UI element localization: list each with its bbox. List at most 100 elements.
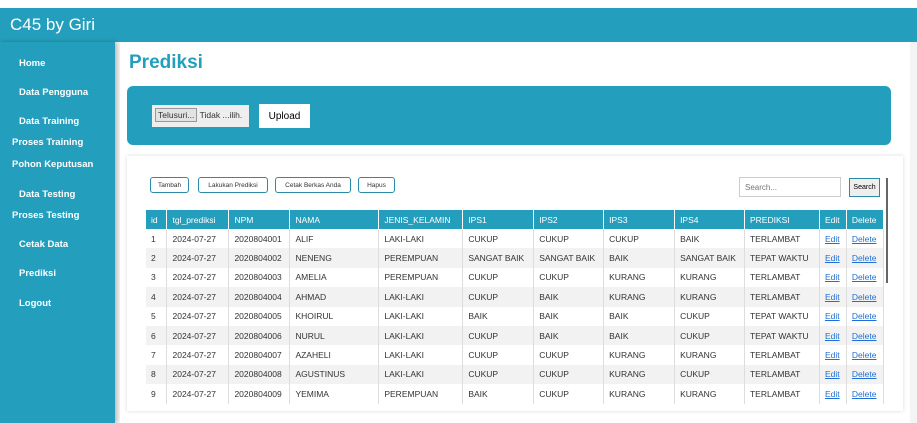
table-cell: TERLAMBAT (744, 345, 820, 365)
table-cell: TERLAMBAT (744, 267, 820, 288)
table-cell: 2 (146, 248, 168, 268)
table-cell: AHMAD (289, 287, 380, 307)
table-cell: KURANG (603, 364, 676, 385)
app-title: C45 by Giri (10, 15, 96, 34)
table-cell: 2024-07-27 (166, 345, 230, 365)
table-cell: 1 (146, 229, 168, 249)
table-cell: CUKUP (462, 364, 535, 385)
table-cell: Edit (819, 267, 847, 288)
delete-link[interactable]: Delete (852, 253, 877, 263)
table-cell: Edit (819, 287, 847, 307)
sidebar-item-pohon-keputusan[interactable]: Pohon Keputusan (12, 159, 93, 170)
delete-link[interactable]: Delete (852, 389, 877, 399)
table-cell: Edit (819, 384, 847, 404)
delete-link[interactable]: Delete (852, 292, 877, 302)
delete-link[interactable]: Delete (852, 311, 877, 321)
table-cell: Edit (819, 248, 847, 268)
table-row: 7 2024-07-27 2020804007 AZAHELI LAKI-LAKI CUK… (146, 345, 885, 365)
table-cell: BAIK (674, 229, 745, 249)
table-cell: TEPAT WAKTU (744, 325, 820, 346)
table-cell: CUKUP (533, 229, 605, 249)
table-cell: CUKUP (462, 229, 535, 249)
edit-link[interactable]: Edit (825, 272, 840, 282)
sidebar-item-logout[interactable]: Logout (19, 298, 51, 309)
sidebar-item-home[interactable]: Home (19, 58, 45, 69)
table-cell: 2024-07-27 (166, 287, 230, 307)
table-cell: 2024-07-27 (166, 248, 230, 268)
search-button[interactable]: Search (849, 178, 880, 197)
table-cell: KURANG (603, 287, 676, 307)
delete-link[interactable]: Delete (852, 369, 877, 379)
table-cell: BAIK (462, 306, 535, 326)
table-cell: 8 (146, 364, 168, 385)
table-cell: KURANG (674, 345, 745, 365)
table-cell: CUKUP (462, 325, 535, 346)
table-cell: TEPAT WAKTU (744, 306, 820, 326)
table-cell: 2024-07-27 (166, 267, 230, 288)
table-cell: 2020804008 (228, 364, 291, 385)
table-cell: TERLAMBAT (744, 229, 820, 249)
table-cell: 2020804005 (228, 306, 291, 326)
edit-link[interactable]: Edit (825, 253, 840, 263)
column-header: NAMA (289, 210, 380, 229)
table-cell: 2024-07-27 (166, 364, 230, 385)
file-status: Tidak ...ilih. (199, 110, 243, 120)
column-header: PREDIKSI (744, 210, 820, 229)
sidebar-item-proses-testing[interactable]: Proses Testing (12, 210, 79, 221)
table-cell: 9 (146, 384, 168, 404)
prediksi-table: id tgl_prediksi NPM NAMA JENIS_KELAMIN IPS1 IP… (146, 210, 885, 404)
table-cell: LAKI-LAKI (378, 287, 464, 307)
table-cell: ALIF (289, 229, 380, 249)
table-cell: NURUL (289, 325, 380, 346)
file-input[interactable]: Telusuri... Tidak ...ilih. (152, 105, 249, 127)
table-cell: TERLAMBAT (744, 287, 820, 307)
table-cell: Edit (819, 306, 847, 326)
edit-link[interactable]: Edit (825, 369, 840, 379)
table-row: 3 2024-07-27 2020804003 AMELIA PEREMPUAN CUKU… (146, 267, 885, 288)
cetak-berkas-button[interactable]: Cetak Berkas Anda (275, 177, 351, 193)
table-cell: Delete (846, 364, 885, 385)
sidebar-item-data-testing[interactable]: Data Testing (19, 189, 75, 200)
table-cell: 2024-07-27 (166, 325, 230, 346)
delete-link[interactable]: Delete (852, 350, 877, 360)
sidebar-item-cetak-data[interactable]: Cetak Data (19, 239, 68, 250)
table-cell: KURANG (674, 384, 745, 404)
delete-link[interactable]: Delete (852, 272, 877, 282)
sidebar-item-prediksi[interactable]: Prediksi (19, 268, 56, 279)
column-header: IPS1 (462, 210, 535, 229)
tambah-button[interactable]: Tambah (150, 177, 189, 193)
table-cell: Edit (819, 345, 847, 365)
column-header: tgl_prediksi (166, 210, 230, 229)
delete-link[interactable]: Delete (852, 234, 877, 244)
table-row: 9 2024-07-27 2020804009 YEMIMA PEREMPUAN BAIK… (146, 384, 885, 404)
table-cell: KURANG (603, 267, 676, 288)
scrollbar[interactable] (886, 178, 888, 283)
table-cell: Delete (846, 384, 885, 404)
table-cell: AMELIA (289, 267, 380, 288)
edit-link[interactable]: Edit (825, 350, 840, 360)
table-cell: CUKUP (674, 364, 745, 385)
column-header: NPM (228, 210, 291, 229)
search-input[interactable] (739, 177, 841, 197)
table-cell: YEMIMA (289, 384, 380, 404)
table-cell: LAKI-LAKI (378, 364, 464, 385)
edit-link[interactable]: Edit (825, 234, 840, 244)
hapus-button[interactable]: Hapus (358, 177, 395, 193)
sidebar-item-data-training[interactable]: Data Training (19, 116, 79, 127)
table-cell: Delete (846, 248, 885, 268)
lakukan-prediksi-button[interactable]: Lakukan Prediksi (198, 177, 268, 193)
table-cell: AGUSTINUS (289, 364, 380, 385)
edit-link[interactable]: Edit (825, 311, 840, 321)
sidebar-item-proses-training[interactable]: Proses Training (12, 137, 83, 148)
table-cell: BAIK (603, 306, 676, 326)
edit-link[interactable]: Edit (825, 389, 840, 399)
browse-button[interactable]: Telusuri... (155, 108, 198, 122)
table-cell: CUKUP (533, 267, 605, 288)
upload-button[interactable]: Upload (259, 104, 310, 128)
edit-link[interactable]: Edit (825, 331, 840, 341)
sidebar-item-data-pengguna[interactable]: Data Pengguna (19, 87, 88, 98)
table-cell: CUKUP (533, 384, 605, 404)
edit-link[interactable]: Edit (825, 292, 840, 302)
delete-link[interactable]: Delete (852, 331, 877, 341)
table-cell: Delete (846, 267, 885, 288)
